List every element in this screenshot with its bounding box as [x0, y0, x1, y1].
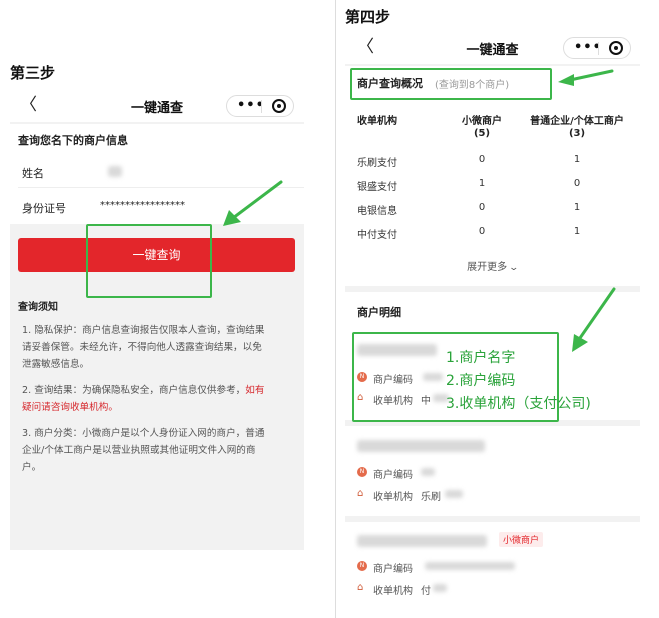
col-header-biz-count: (3) [568, 128, 586, 139]
step3-label: 第三步 [10, 64, 56, 82]
green-arrow-icon [558, 69, 614, 86]
annotation-merchant-name: 1.商户名字 [446, 350, 516, 366]
merchant-code-redacted [425, 562, 515, 570]
merchant-code-label: 商户编码 [373, 470, 413, 481]
step4-label: 第四步 [345, 8, 391, 26]
row-org: 电银信息 [357, 206, 397, 217]
col-header-micro-count: (5) [473, 128, 491, 139]
notice-title: 查询须知 [18, 302, 58, 313]
id-number-field[interactable]: ***************** [100, 200, 185, 211]
row-org: 乐刷支付 [357, 158, 397, 169]
bank-icon: ⌂ [357, 582, 364, 593]
acquirer-value: 付 [421, 586, 431, 597]
merchant-code-redacted [421, 468, 435, 476]
notice-p3-line1: 3. 商户分类：小微商户是以个人身份证入网的商户，普通 [22, 428, 265, 439]
form-heading: 查询您名下的商户信息 [18, 134, 128, 147]
row-biz: 1 [573, 154, 581, 165]
highlight-box-overview-title [350, 68, 552, 100]
col-header-org: 收单机构 [357, 116, 397, 127]
expand-more-label: 展开更多 [467, 262, 508, 273]
notice-p1-line3: 泄露敏感信息。 [22, 359, 90, 370]
notice-p2-red-link-2[interactable]: 疑问请咨询收单机构。 [22, 399, 264, 416]
acquirer-label: 收单机构 [373, 586, 413, 597]
expand-more-link[interactable]: 展开更多 ⌄ [345, 258, 640, 273]
row-biz: 0 [573, 178, 581, 189]
notice-p2-text: 2. 查询结果：为确保隐私安全，商户信息仅供参考， [22, 385, 246, 396]
capsule-divider [598, 42, 599, 55]
item-divider [345, 516, 640, 522]
notice-p3-line2: 企业/个体工商户是以营业执照或其他证明文件入网的商 [22, 445, 256, 456]
close-circle-icon[interactable] [609, 41, 623, 55]
row-micro: 0 [478, 202, 486, 213]
id-number-label: 身份证号 [22, 202, 66, 215]
notice-p3-line3: 户。 [22, 462, 42, 473]
notice-p2-red-link[interactable]: 如有 [245, 385, 264, 396]
tag-icon: N [357, 467, 367, 477]
status-badge: 小微商户 [499, 532, 544, 547]
row-org: 中付支付 [357, 230, 397, 241]
row-biz: 1 [573, 226, 581, 237]
green-arrow-icon [572, 287, 616, 352]
annotation-acquirer: 3.收单机构（支付公司) [446, 396, 591, 412]
mini-program-capsule: ••• [563, 37, 631, 59]
step4-nav-bar: 〈 一键通查 ••• [345, 30, 640, 64]
annotation-merchant-code: 2.商户编码 [446, 373, 516, 389]
row-micro: 1 [478, 178, 486, 189]
row-biz: 1 [573, 202, 581, 213]
row-org: 银盛支付 [357, 182, 397, 193]
acquirer-value: 乐刷 [421, 492, 441, 503]
step3-nav-bar: 〈 一键通查 ••• [10, 88, 304, 122]
mini-program-capsule: ••• [226, 95, 294, 117]
notice-p1-line2: 请妥善保管。未经允许，不得向他人透露查询结果，以免 [22, 342, 262, 353]
composite-screenshot: 第三步 〈 一键通查 ••• 查询您名下的商户信息 姓名 身份证号 ******… [0, 0, 659, 618]
bank-icon: ⌂ [357, 488, 364, 499]
notice-p1-line1: 1. 隐私保护：商户信息查询报告仅限本人查询，查询结果 [22, 325, 265, 336]
name-label: 姓名 [22, 167, 44, 180]
merchant-name-redacted [357, 440, 485, 452]
close-circle-icon[interactable] [272, 99, 286, 113]
notice-p2-line1: 2. 查询结果：为确保隐私安全，商户信息仅供参考，如有 [22, 382, 264, 399]
acquirer-redacted [433, 584, 447, 592]
merchant-name-redacted [357, 535, 487, 547]
highlight-box-query-button [86, 224, 212, 298]
acquirer-redacted [445, 490, 463, 498]
col-header-micro: 小微商户 [462, 116, 502, 127]
details-title: 商户明细 [357, 306, 401, 319]
col-header-biz: 普通企业/个体工商户 [530, 116, 624, 127]
tag-icon: N [357, 561, 367, 571]
acquirer-label: 收单机构 [373, 492, 413, 503]
row-micro: 0 [478, 226, 486, 237]
green-arrow-icon [223, 180, 283, 226]
capsule-divider [261, 100, 262, 113]
row-micro: 0 [478, 154, 486, 165]
panel-divider [335, 0, 336, 618]
step3-phone: 〈 一键通查 ••• 查询您名下的商户信息 姓名 身份证号 **********… [10, 88, 304, 550]
notice-body: 1. 隐私保护：商户信息查询报告仅限本人查询，查询结果 请妥善保管。未经允许，不… [22, 322, 264, 476]
name-field-redacted[interactable] [108, 166, 122, 177]
chevron-down-icon: ⌄ [508, 263, 520, 273]
merchant-code-label: 商户编码 [373, 564, 413, 575]
